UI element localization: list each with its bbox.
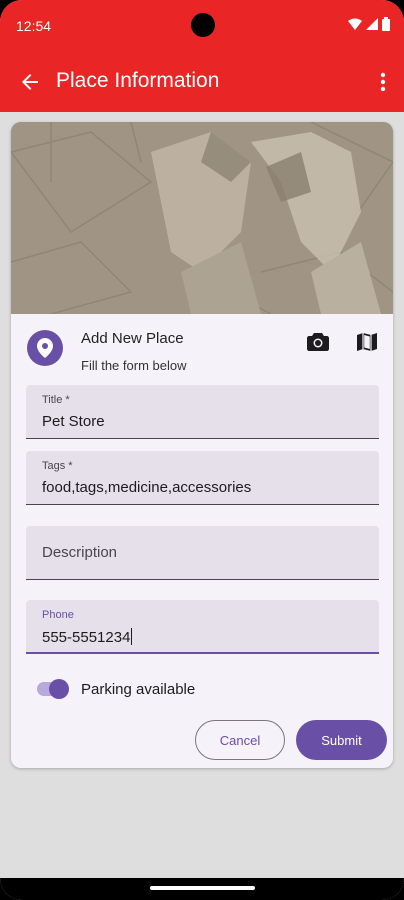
- phone-field[interactable]: Phone 555-5551234: [26, 600, 379, 654]
- status-bar: 12:54: [0, 0, 404, 52]
- arrow-back-icon[interactable]: [18, 70, 42, 99]
- place-photo: [11, 122, 393, 314]
- description-field[interactable]: Description: [26, 526, 379, 580]
- app-screen: 12:54 Place Information Add New Place Fi…: [0, 0, 404, 900]
- signal-icon: [366, 18, 378, 30]
- status-time: 12:54: [16, 18, 52, 34]
- title-field[interactable]: Title * Pet Store: [26, 385, 379, 439]
- text-caret: [131, 628, 133, 645]
- submit-button[interactable]: Submit: [296, 720, 387, 760]
- title-field-label: Title *: [42, 394, 70, 406]
- tags-field-label: Tags *: [42, 460, 73, 472]
- form-header: Add New Place Fill the form below: [11, 314, 393, 376]
- phone-field-value-wrap: 555-5551234: [42, 628, 133, 646]
- phone-field-label: Phone: [42, 609, 74, 621]
- home-gesture-handle[interactable]: [150, 886, 255, 890]
- system-nav-bar: [0, 878, 404, 900]
- more-vert-icon[interactable]: [380, 72, 386, 97]
- description-field-placeholder: Description: [42, 544, 118, 561]
- form-title: Add New Place: [81, 330, 184, 347]
- front-camera: [191, 13, 215, 37]
- wifi-icon: [348, 18, 362, 30]
- location-pin-icon: [27, 330, 63, 366]
- map-icon[interactable]: [357, 332, 377, 357]
- parking-toggle-thumb[interactable]: [49, 679, 69, 699]
- cancel-button[interactable]: Cancel: [195, 720, 285, 760]
- title-field-value: Pet Store: [42, 413, 105, 430]
- battery-icon: [382, 17, 390, 31]
- place-form-card: Add New Place Fill the form below Title …: [11, 122, 393, 768]
- camera-icon[interactable]: [307, 332, 329, 357]
- parking-switch-row: Parking available: [37, 678, 337, 702]
- page-title: Place Information: [56, 69, 220, 92]
- tags-field[interactable]: Tags * food,tags,medicine,accessories: [26, 451, 379, 505]
- parking-label: Parking available: [81, 681, 196, 698]
- tags-field-value: food,tags,medicine,accessories: [42, 479, 252, 496]
- system-icons: [348, 17, 390, 31]
- form-subtitle: Fill the form below: [81, 358, 187, 373]
- phone-field-value: 555-5551234: [42, 629, 131, 646]
- app-bar: Place Information: [0, 52, 404, 112]
